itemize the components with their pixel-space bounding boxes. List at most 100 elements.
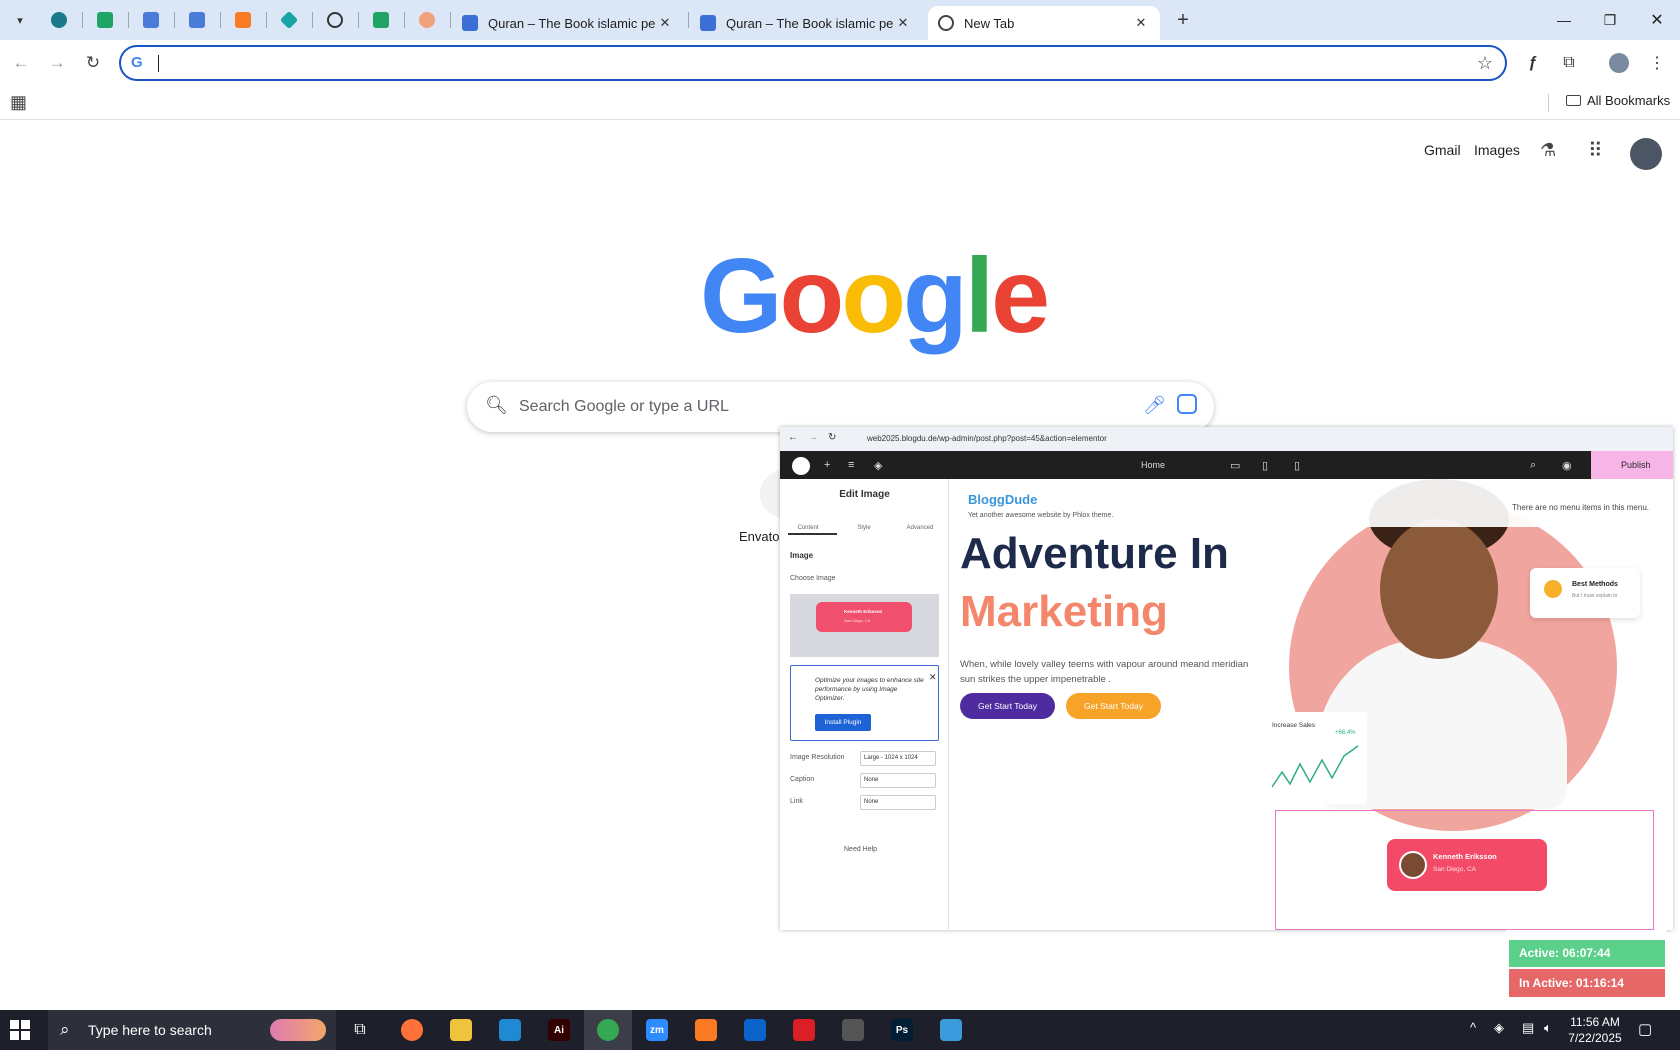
account-avatar[interactable] <box>1630 138 1662 170</box>
folder-icon <box>1566 95 1581 106</box>
hero-heading-2: Marketing <box>960 587 1168 636</box>
pinned-tab-sheets[interactable] <box>92 8 118 32</box>
google-lens-icon[interactable] <box>1177 394 1197 414</box>
google-apps-icon[interactable]: ⠿ <box>1588 138 1603 163</box>
xampp-icon <box>695 1019 717 1041</box>
panel-tabs: Content Style Advanced <box>780 511 949 533</box>
pinned-tab-docs-2[interactable] <box>184 8 210 32</box>
gmail-link[interactable]: Gmail <box>1424 142 1461 158</box>
search-icon: 🔍︎ <box>485 395 508 415</box>
maximize-button[interactable]: ❐ <box>1587 0 1633 40</box>
layers-icon: ◈ <box>874 460 883 472</box>
profile-avatar[interactable] <box>1606 50 1632 76</box>
new-tab-button[interactable]: + <box>1170 8 1196 34</box>
wifi-icon[interactable]: ▤ <box>1522 1020 1534 1036</box>
volume-icon[interactable]: 🔈︎ <box>1544 1020 1552 1036</box>
envato-shortcut-label[interactable]: Envato <box>739 529 779 544</box>
tab-advanced: Advanced <box>906 525 934 531</box>
panel-title: Edit Image <box>839 489 890 500</box>
google-search-box[interactable]: 🔍︎ Search Google or type a URL 🎤︎ <box>467 382 1214 432</box>
bookmark-star-icon[interactable]: ☆ <box>1477 53 1493 74</box>
taskbar-search-placeholder: Type here to search <box>88 1022 212 1038</box>
back-button[interactable]: ← <box>8 50 34 76</box>
apps-grid-icon[interactable]: ▦ <box>10 92 27 113</box>
taskbar-app-app[interactable] <box>927 1010 975 1050</box>
extensions-puzzle-icon[interactable]: ⧉ <box>1556 50 1582 76</box>
all-bookmarks-button[interactable]: All Bookmarks <box>1566 93 1670 108</box>
extension-f-icon[interactable]: ƒ <box>1520 50 1546 76</box>
close-window-button[interactable]: ✕ <box>1634 0 1680 40</box>
zoom-icon: zm <box>646 1019 668 1041</box>
best-methods-card: Best Methods But I must explain to <box>1530 568 1640 618</box>
pinned-tab-tamil[interactable] <box>414 8 440 32</box>
menu-kebab-icon[interactable]: ⋮ <box>1644 50 1670 76</box>
card-title: Best Methods <box>1572 581 1618 588</box>
notifications-icon[interactable]: ▢ <box>1638 1020 1652 1038</box>
taskbar-app-xampp[interactable] <box>682 1010 730 1050</box>
clock-time: 11:56 AM <box>1570 1015 1620 1029</box>
taskbar-app-creative-cloud[interactable] <box>780 1010 828 1050</box>
taskbar-search[interactable]: ⌕ Type here to search <box>48 1010 336 1050</box>
prism-icon <box>279 10 299 30</box>
pinned-tab-wp[interactable] <box>46 8 72 32</box>
labs-flask-icon[interactable]: ⚗ <box>1540 140 1556 161</box>
tab-new-tab[interactable]: New Tab ✕ <box>928 6 1160 40</box>
taskbar-app-photoshop[interactable]: Ps <box>878 1010 926 1050</box>
minimize-button[interactable]: — <box>1541 0 1587 40</box>
search-icon: ⌕ <box>1530 459 1537 471</box>
pinned-tab-sheets-2[interactable] <box>368 8 394 32</box>
get-start-button-2: Get Start Today <box>1066 693 1161 719</box>
wp-icon <box>51 12 67 28</box>
reload-button[interactable]: ↻ <box>80 50 106 76</box>
images-link[interactable]: Images <box>1474 142 1520 158</box>
pinned-tab-xampp[interactable] <box>230 8 256 32</box>
taskbar-app-pen-tool[interactable] <box>829 1010 877 1050</box>
overlay-url: web2025.blogdu.de/wp-admin/post.php?post… <box>867 434 1107 443</box>
taskbar-app-chrome[interactable] <box>584 1010 632 1050</box>
system-clock[interactable]: 11:56 AM 7/22/2025 <box>1560 1014 1630 1046</box>
taskbar-app-file-explorer[interactable] <box>437 1010 485 1050</box>
taskbar-app-zoom[interactable]: zm <box>633 1010 681 1050</box>
app-icon <box>940 1019 962 1041</box>
docs-favicon-icon <box>462 15 478 31</box>
taskbar-app-firefox[interactable] <box>388 1010 436 1050</box>
forward-button[interactable]: → <box>44 50 70 76</box>
elementor-topbar: + ≡ ◈ Home ▭ ▯ ▯ ⌕ ◉ Publish <box>780 451 1673 479</box>
tab-content: Content <box>797 525 819 531</box>
close-icon[interactable]: ✕ <box>656 15 674 31</box>
settings-sliders-icon: ≡ <box>848 459 855 471</box>
taskbar-app-outlook[interactable] <box>731 1010 779 1050</box>
close-icon[interactable]: ✕ <box>894 15 912 31</box>
docs-icon <box>143 12 159 28</box>
windows-start-icon[interactable] <box>10 1020 30 1040</box>
bookmarks-bar: ▦ All Bookmarks <box>0 86 1680 120</box>
microphone-icon[interactable]: 🎤︎ <box>1143 395 1166 416</box>
search-icon: ⌕ <box>60 1020 70 1039</box>
taskbar-app-illustrator[interactable]: Ai <box>535 1010 583 1050</box>
elementor-canvas: BloggDude Yet another awesome website by… <box>949 479 1673 930</box>
hero-body: When, while lovely valley teems with vap… <box>960 659 1249 685</box>
tab-quran-1[interactable]: Quran – The Book islamic peop ✕ <box>452 6 684 40</box>
task-view-icon[interactable]: ⧉ <box>336 1010 384 1050</box>
address-bar[interactable]: G ☆ <box>119 45 1507 81</box>
tray-chevron-icon[interactable]: ^ <box>1470 1020 1476 1035</box>
active-time: Active: 06:07:44 <box>1509 940 1665 967</box>
preview-city: San Diego, CA <box>844 618 871 623</box>
pinned-tab-docs[interactable] <box>138 8 164 32</box>
file-explorer-icon <box>450 1019 472 1041</box>
pinned-tab-prism[interactable] <box>276 8 302 32</box>
taskbar-app-vscode[interactable] <box>486 1010 534 1050</box>
field-label: Caption <box>790 776 815 783</box>
forward-icon: → <box>808 432 818 443</box>
get-start-button-1: Get Start Today <box>960 693 1055 719</box>
sales-sparkline <box>1272 745 1359 788</box>
tab-quran-2[interactable]: Quran – The Book islamic peop ✕ <box>690 6 922 40</box>
notice-text: Optimize your images to enhance site per… <box>815 677 924 702</box>
sales-label: Increase Sales <box>1272 722 1315 729</box>
tab-search-button[interactable]: ▾ <box>8 8 32 32</box>
network-icon[interactable]: ◈ <box>1494 1020 1504 1036</box>
menu-note: There are no menu items in this menu. <box>1512 503 1649 512</box>
close-icon[interactable]: ✕ <box>1132 15 1150 31</box>
pinned-tab-openai[interactable] <box>322 8 348 32</box>
xampp-icon <box>235 12 251 28</box>
